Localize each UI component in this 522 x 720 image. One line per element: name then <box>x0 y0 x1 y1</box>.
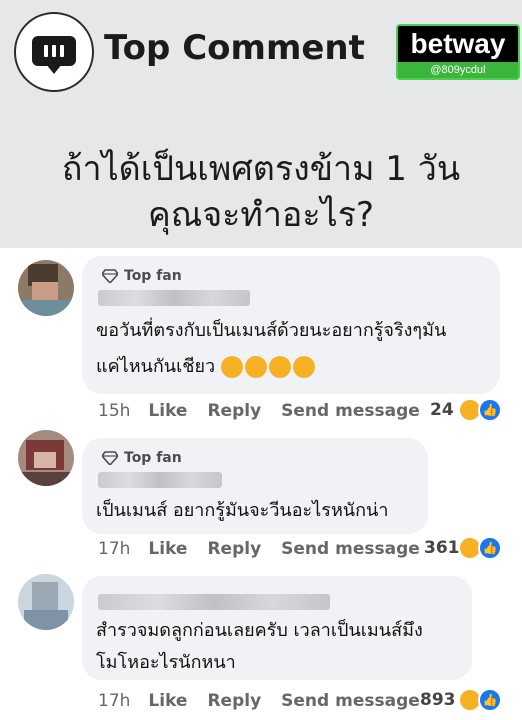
comment-text-line-1: ขอวันที่ตรงกับเป็นเมนส์ด้วยนะอยากรู้จริง… <box>96 320 447 341</box>
thinking-emoji-icon <box>220 356 243 378</box>
send-message-button[interactable]: Send message <box>281 539 420 559</box>
header-title: Top Comment <box>104 28 365 68</box>
comment-bubble-icon <box>32 36 76 74</box>
top-fan-badge: Top fan <box>102 450 182 466</box>
betway-wordmark: betway <box>410 28 506 59</box>
send-message-button[interactable]: Send message <box>281 691 420 711</box>
comment-bubble: Top fan ขอวันที่ตรงกับเป็นเมนส์ด้วยนะอยา… <box>82 256 500 394</box>
comment-text-line-1: สำรวจมดลูกก่อนเลยครับ เวลาเป็นเมนส์มึง <box>96 620 423 641</box>
like-reaction-icon: 👍 <box>478 398 502 422</box>
like-button[interactable]: Like <box>148 539 187 559</box>
comment-text-line-2: แค่ไหนกันเชียว <box>96 352 317 382</box>
question-line-1: ถ้าได้เป็นเพศตรงข้าม 1 วัน <box>61 149 461 189</box>
reactions[interactable]: 👍 <box>458 688 502 712</box>
reactions[interactable]: 👍 <box>458 398 502 422</box>
avatar[interactable] <box>18 260 74 316</box>
reaction-count[interactable]: 893 <box>420 690 456 710</box>
like-button[interactable]: Like <box>148 401 187 421</box>
thinking-emoji-icon <box>244 356 267 378</box>
comment-time[interactable]: 17h <box>98 539 130 559</box>
reactions[interactable]: 👍 <box>458 536 502 560</box>
commenter-name[interactable] <box>98 472 222 488</box>
header-banner: Top Comment betway @809ycdul ถ้าได้เป็นเ… <box>0 0 522 248</box>
comment-bubble: สำรวจมดลูกก่อนเลยครับ เวลาเป็นเมนส์มึง โ… <box>82 576 472 680</box>
betway-handle: @809ycdul <box>398 62 518 78</box>
comment-time[interactable]: 15h <box>98 401 130 421</box>
avatar[interactable] <box>18 574 74 630</box>
like-reaction-icon: 👍 <box>478 688 502 712</box>
reply-button[interactable]: Reply <box>207 539 261 559</box>
reply-button[interactable]: Reply <box>207 691 261 711</box>
comment-actions: 17h Like Reply Send message <box>98 690 440 712</box>
like-button[interactable]: Like <box>148 691 187 711</box>
comment-logo <box>14 12 94 92</box>
top-fan-badge: Top fan <box>102 268 182 284</box>
reply-button[interactable]: Reply <box>207 401 261 421</box>
comment-bubble: Top fan เป็นเมนส์ อยากรู้มันจะวีนอะไรหนั… <box>82 438 428 534</box>
top-fan-label: Top fan <box>124 268 182 284</box>
comment-text-line-1: เป็นเมนส์ อยากรู้มันจะวีนอะไรหนักน่า <box>96 500 389 521</box>
commenter-name[interactable] <box>98 594 330 610</box>
reaction-count[interactable]: 24 <box>430 400 454 420</box>
avatar[interactable] <box>18 430 74 486</box>
question-text: ถ้าได้เป็นเพศตรงข้าม 1 วัน คุณจะทำอะไร? <box>0 146 522 238</box>
diamond-icon <box>102 451 118 465</box>
comment-text-line-2: โมโหอะไรนักหนา <box>96 652 236 673</box>
send-message-button[interactable]: Send message <box>281 401 420 421</box>
commenter-name[interactable] <box>98 290 250 306</box>
comment-actions: 17h Like Reply Send message <box>98 538 440 560</box>
comment-time[interactable]: 17h <box>98 691 130 711</box>
comment-actions: 15h Like Reply Send message <box>98 400 440 422</box>
reaction-count[interactable]: 361 <box>424 538 460 558</box>
question-line-2: คุณจะทำอะไร? <box>147 195 375 235</box>
thinking-emoji-icon <box>292 356 315 378</box>
thinking-emoji-icon <box>268 356 291 378</box>
betway-logo: betway @809ycdul <box>396 24 520 80</box>
top-fan-label: Top fan <box>124 450 182 466</box>
diamond-icon <box>102 269 118 283</box>
like-reaction-icon: 👍 <box>478 536 502 560</box>
